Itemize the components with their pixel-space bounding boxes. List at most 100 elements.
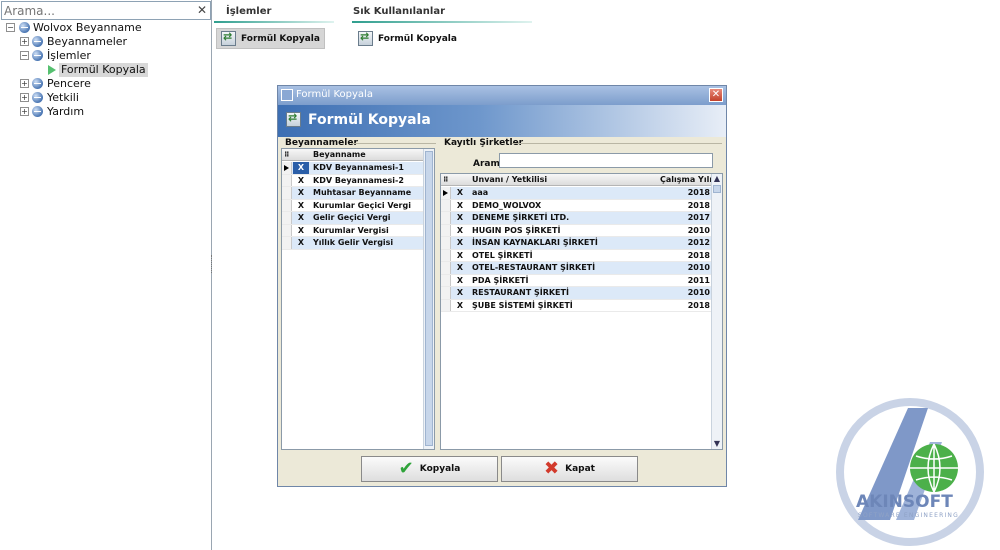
beyanname-row[interactable]: X Muhtasar Beyanname <box>282 187 434 200</box>
clear-search-icon[interactable]: ✕ <box>197 3 207 17</box>
formul-kopyala-button[interactable]: Formül Kopyala <box>216 28 325 49</box>
logo-wordmark: AKINSOFT <box>856 492 953 512</box>
sirket-row[interactable]: X HUGIN POS ŞİRKETİ 2010 <box>441 224 722 237</box>
grid-menu-icon[interactable]: ⠿ <box>284 149 289 161</box>
sirket-name: DENEME ŞİRKETİ LTD. <box>472 213 570 222</box>
sirket-row[interactable]: X İNSAN KAYNAKLARI ŞİRKETİ 2012 <box>441 237 722 250</box>
row-check[interactable]: X <box>293 175 309 187</box>
sirket-name: OTEL-RESTAURANT ŞİRKETİ <box>472 263 596 272</box>
collapse-icon[interactable]: − <box>6 23 15 32</box>
beyanname-name: Muhtasar Beyanname <box>313 188 412 197</box>
row-indicator <box>441 249 451 261</box>
row-check[interactable]: X <box>293 212 309 224</box>
kapat-button[interactable]: ✖ Kapat <box>501 456 638 482</box>
row-check[interactable]: X <box>452 275 468 287</box>
tree-item-beyannameler[interactable]: + Beyannameler <box>20 35 200 49</box>
row-indicator <box>282 162 292 174</box>
grid-menu-icon[interactable]: ⠿ <box>443 174 448 186</box>
module-icon <box>32 36 43 47</box>
row-check[interactable]: X <box>293 162 309 174</box>
panel-splitter[interactable] <box>211 255 214 273</box>
row-check[interactable]: X <box>452 187 468 199</box>
dialog-button-bar: ✔ Kopyala ✖ Kapat <box>281 454 725 485</box>
row-check[interactable]: X <box>293 225 309 237</box>
row-check[interactable]: X <box>452 300 468 312</box>
sirket-row[interactable]: X OTEL ŞİRKETİ 2018 <box>441 249 722 262</box>
row-indicator <box>441 187 451 199</box>
scroll-thumb[interactable] <box>425 151 433 446</box>
sirketler-grid: ⠿ Unvanı / Yetkilisi Çalışma Yılı Xaaa 20… <box>440 173 723 450</box>
expand-icon[interactable]: + <box>20 37 29 46</box>
row-check[interactable]: X <box>452 287 468 299</box>
collapse-icon[interactable]: − <box>20 51 29 60</box>
logo-tagline: SOFTWARE ENGINEERING <box>858 512 959 519</box>
search-box: ✕ <box>1 1 211 20</box>
row-indicator <box>282 187 292 199</box>
copy-formula-icon <box>286 111 301 127</box>
row-indicator <box>441 212 451 224</box>
tab-islemler[interactable]: İşlemler <box>226 6 271 17</box>
beyanname-row[interactable]: X Kurumlar Vergisi <box>282 224 434 237</box>
search-input[interactable] <box>4 3 194 18</box>
sirket-row[interactable]: Xaaa 2018 <box>441 187 722 200</box>
sirket-row[interactable]: X DENEME ŞİRKETİ LTD. 2017 <box>441 212 722 225</box>
beyanname-name: Gelir Geçici Vergi <box>313 213 391 222</box>
beyanname-row[interactable]: X Kurumlar Geçici Vergi <box>282 199 434 212</box>
window-icon <box>281 89 293 101</box>
favorite-formul-kopyala-button[interactable]: Formül Kopyala <box>354 28 461 49</box>
tree-item-islemler[interactable]: − İşlemler <box>20 49 200 63</box>
beyanname-name: Kurumlar Vergisi <box>313 225 389 235</box>
sirket-year: 2012 <box>687 238 710 247</box>
row-check[interactable]: X <box>452 225 468 237</box>
beyanname-name: Yıllık Gelir Vergisi <box>313 238 394 247</box>
column-header-calisma-yili[interactable]: Çalışma Yılı <box>660 174 712 186</box>
kopyala-button[interactable]: ✔ Kopyala <box>361 456 498 482</box>
row-check[interactable]: X <box>452 212 468 224</box>
tree-item-pencere[interactable]: + Pencere <box>20 77 200 91</box>
row-check[interactable]: X <box>452 250 468 262</box>
tree-item-yetkili[interactable]: + Yetkili <box>20 91 200 105</box>
formul-kopyala-button-label: Formül Kopyala <box>241 33 320 44</box>
sirket-row[interactable]: X OTEL-RESTAURANT ŞİRKETİ 2010 <box>441 262 722 275</box>
tree-item-yardim[interactable]: + Yardım <box>20 105 200 119</box>
tree-item-label: Pencere <box>47 77 91 90</box>
row-check[interactable]: X <box>452 262 468 274</box>
beyanname-row[interactable]: X KDV Beyannamesi-2 <box>282 174 434 187</box>
expand-icon[interactable]: + <box>20 93 29 102</box>
expand-icon[interactable]: + <box>20 79 29 88</box>
grid-header: ⠿ Beyanname <box>282 149 434 161</box>
beyanname-row[interactable]: X Yıllık Gelir Vergisi <box>282 237 434 250</box>
column-header-beyanname[interactable]: Beyanname <box>313 149 366 161</box>
dialog-titlebar[interactable]: Formül Kopyala ✕ <box>278 86 726 105</box>
sirket-year: 2017 <box>687 213 710 222</box>
column-header-unvan[interactable]: Unvanı / Yetkilisi <box>472 174 547 186</box>
beyanname-row[interactable]: X KDV Beyannamesi-1 <box>282 162 434 175</box>
scroll-up-icon[interactable]: ▲ <box>712 174 722 184</box>
group-rule <box>512 143 722 144</box>
scroll-down-icon[interactable]: ▼ <box>712 439 722 449</box>
row-check[interactable]: X <box>293 237 309 249</box>
sirket-row[interactable]: X ŞUBE SİSTEMİ ŞİRKETİ 2018 <box>441 299 722 312</box>
tree-item-label: Beyannameler <box>47 35 128 48</box>
row-check[interactable]: X <box>452 200 468 212</box>
beyanname-row[interactable]: X Gelir Geçici Vergi <box>282 212 434 225</box>
arama-input[interactable] <box>499 153 713 168</box>
sirket-row[interactable]: X PDA ŞİRKETİ 2011 <box>441 274 722 287</box>
row-indicator <box>282 237 292 249</box>
beyanname-scrollbar[interactable] <box>423 149 434 449</box>
tab-sik-kullanilanlar[interactable]: Sık Kullanılanlar <box>353 6 445 17</box>
sirket-row[interactable]: X DEMO_WOLVOX 2018 <box>441 199 722 212</box>
row-indicator <box>441 237 451 249</box>
tree-root[interactable]: − Wolvox Beyanname <box>6 21 206 35</box>
tree-item-formul-kopyala[interactable]: Formül Kopyala <box>48 63 198 77</box>
row-check[interactable]: X <box>293 187 309 199</box>
close-button[interactable]: ✕ <box>709 88 723 102</box>
expand-icon[interactable]: + <box>20 107 29 116</box>
tree-item-label: Yardım <box>47 105 85 118</box>
sirketler-scrollbar[interactable]: ▲ ▼ <box>711 174 722 449</box>
sirket-row[interactable]: X RESTAURANT ŞİRKETİ 2010 <box>441 287 722 300</box>
scroll-thumb[interactable] <box>713 185 721 193</box>
row-indicator <box>441 287 451 299</box>
row-check[interactable]: X <box>452 237 468 249</box>
row-check[interactable]: X <box>293 200 309 212</box>
